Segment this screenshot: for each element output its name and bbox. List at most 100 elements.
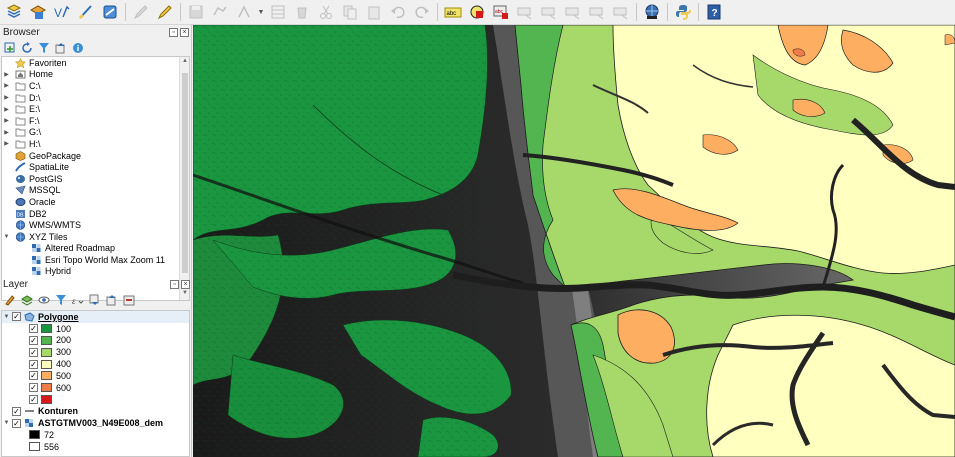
info-icon[interactable] [71, 41, 84, 54]
browser-scrollbar[interactable]: ▲ ▼ [179, 57, 189, 300]
layer-visibility-checkbox[interactable]: ✓ [12, 418, 21, 428]
paste-features-icon[interactable] [363, 2, 384, 23]
browser-item[interactable]: ▶ E:\ [2, 103, 189, 115]
expand-arrow-icon[interactable]: ▼ [2, 314, 11, 320]
expand-arrow-icon[interactable]: ▶ [2, 117, 11, 124]
class-visibility-checkbox[interactable]: ✓ [29, 394, 38, 404]
browser-item[interactable]: ▶ H:\ [2, 138, 189, 150]
change-label-icon[interactable] [610, 2, 631, 23]
browser-item[interactable]: ▶ Home [2, 69, 189, 81]
collapse-all-layers-icon[interactable] [105, 293, 118, 306]
filter-expression-icon[interactable]: ε [71, 293, 84, 306]
browser-item[interactable]: ▶ C:\ [2, 80, 189, 92]
add-vector-layer-icon[interactable] [3, 2, 24, 23]
expand-arrow-icon[interactable]: ▼ [2, 420, 11, 426]
style-brush-icon[interactable] [3, 293, 16, 306]
class-legend-item[interactable]: ✓ 600 [2, 382, 189, 394]
redo-icon[interactable] [411, 2, 432, 23]
class-legend-item[interactable]: ✓ 200 [2, 335, 189, 347]
browser-item[interactable]: Favoriten [2, 57, 189, 69]
dropdown-caret-icon[interactable]: ▼ [257, 2, 265, 23]
move-label-icon[interactable] [562, 2, 583, 23]
refresh-icon[interactable] [20, 41, 33, 54]
delete-selected-icon[interactable] [291, 2, 312, 23]
vertex-tool-icon[interactable] [233, 2, 254, 23]
browser-item[interactable]: ▶ D:\ [2, 92, 189, 104]
expand-arrow-icon[interactable]: ▶ [2, 106, 11, 113]
class-visibility-checkbox[interactable]: ✓ [29, 347, 38, 357]
map-canvas[interactable] [193, 25, 955, 457]
add-mesh-layer-icon[interactable]: V [51, 2, 72, 23]
help-icon[interactable]: ? [703, 2, 724, 23]
browser-item[interactable]: ▶ G:\ [2, 127, 189, 139]
add-delimited-text-icon[interactable] [75, 2, 96, 23]
georeferencer-globe-icon[interactable] [641, 2, 662, 23]
browser-tree[interactable]: Favoriten ▶ Home ▶ C:\ ▶ D:\ ▶ E:\ ▶ F:\ ▶ G:\ ▶ H:\ Ge… [1, 56, 190, 301]
class-visibility-checkbox[interactable]: ✓ [29, 335, 38, 345]
copy-features-icon[interactable] [339, 2, 360, 23]
expand-arrow-icon[interactable]: ▶ [2, 140, 11, 147]
expand-arrow-icon[interactable]: ▶ [2, 129, 11, 136]
undo-icon[interactable] [387, 2, 408, 23]
class-visibility-checkbox[interactable]: ✓ [29, 359, 38, 369]
scroll-thumb[interactable] [182, 73, 188, 273]
layer-row-polygone[interactable]: ▼ ✓ Polygone [2, 311, 189, 323]
add-selected-layers-icon[interactable] [3, 41, 16, 54]
manage-visibility-icon[interactable] [37, 293, 50, 306]
expand-arrow-icon[interactable]: ▼ [2, 234, 11, 240]
browser-item[interactable]: DB DB2 [2, 208, 189, 220]
class-visibility-checkbox[interactable]: ✓ [29, 371, 38, 381]
browser-item[interactable]: GeoPackage [2, 150, 189, 162]
modify-attributes-icon[interactable] [267, 2, 288, 23]
class-legend-item[interactable]: ✓ 100 [2, 323, 189, 335]
close-panel-icon[interactable]: × [181, 279, 190, 289]
remove-layer-icon[interactable] [122, 293, 135, 306]
browser-item[interactable]: Oracle [2, 196, 189, 208]
class-legend-item[interactable]: ✓ [2, 394, 189, 406]
cut-features-icon[interactable] [315, 2, 336, 23]
layer-labeling-icon[interactable] [466, 2, 487, 23]
pin-labels-icon[interactable] [514, 2, 535, 23]
add-group-icon[interactable] [20, 293, 33, 306]
labeling-abc-icon[interactable]: abc [442, 2, 463, 23]
save-edits-icon[interactable] [185, 2, 206, 23]
add-database-layer-icon[interactable] [99, 2, 120, 23]
float-panel-icon[interactable]: ▫ [169, 27, 178, 37]
browser-item[interactable]: Hybrid [2, 266, 189, 278]
filter-legend-icon[interactable] [54, 293, 67, 306]
expand-all-icon[interactable] [88, 293, 101, 306]
python-console-icon[interactable] [672, 2, 693, 23]
browser-item[interactable]: PostGIS [2, 173, 189, 185]
layer-visibility-checkbox[interactable]: ✓ [12, 406, 21, 416]
filter-icon[interactable] [37, 41, 50, 54]
digitize-icon[interactable] [209, 2, 230, 23]
close-panel-icon[interactable]: × [180, 27, 189, 37]
browser-item[interactable]: ▶ F:\ [2, 115, 189, 127]
class-legend-item[interactable]: ✓ 400 [2, 358, 189, 370]
edit-pencil-icon[interactable] [130, 2, 151, 23]
browser-item[interactable]: MSSQL [2, 185, 189, 197]
class-legend-item[interactable]: ✓ 300 [2, 346, 189, 358]
browser-item[interactable]: Esri Topo World Max Zoom 11 [2, 254, 189, 266]
class-visibility-checkbox[interactable]: ✓ [29, 324, 38, 334]
browser-item[interactable]: ▼ XYZ Tiles [2, 231, 189, 243]
layer-visibility-checkbox[interactable]: ✓ [12, 312, 21, 322]
expand-arrow-icon[interactable]: ▶ [2, 94, 11, 101]
browser-item[interactable]: WMS/WMTS [2, 219, 189, 231]
rotate-label-icon[interactable] [586, 2, 607, 23]
class-visibility-checkbox[interactable]: ✓ [29, 383, 38, 393]
class-legend-item[interactable]: ✓ 500 [2, 370, 189, 382]
browser-item[interactable]: SpatiaLite [2, 161, 189, 173]
layer-row-dem[interactable]: ▼ ✓ ASTGTMV003_N49E008_dem [2, 417, 189, 429]
collapse-all-icon[interactable] [54, 41, 67, 54]
diagram-options-icon[interactable]: abc [490, 2, 511, 23]
toggle-editing-icon[interactable] [154, 2, 175, 23]
add-raster-layer-icon[interactable] [27, 2, 48, 23]
float-panel-icon[interactable]: ▫ [170, 279, 179, 289]
layer-row-konturen[interactable]: ✓ Konturen [2, 405, 189, 417]
scroll-up-icon[interactable]: ▲ [180, 58, 189, 67]
browser-item[interactable]: Altered Roadmap [2, 243, 189, 255]
layer-tree[interactable]: ▼ ✓ Polygone ✓ 100 ✓ 200 ✓ 300 ✓ 400 ✓ 500 ✓ 600 ✓ ✓… [1, 310, 190, 457]
show-labels-icon[interactable] [538, 2, 559, 23]
expand-arrow-icon[interactable]: ▶ [2, 82, 11, 89]
